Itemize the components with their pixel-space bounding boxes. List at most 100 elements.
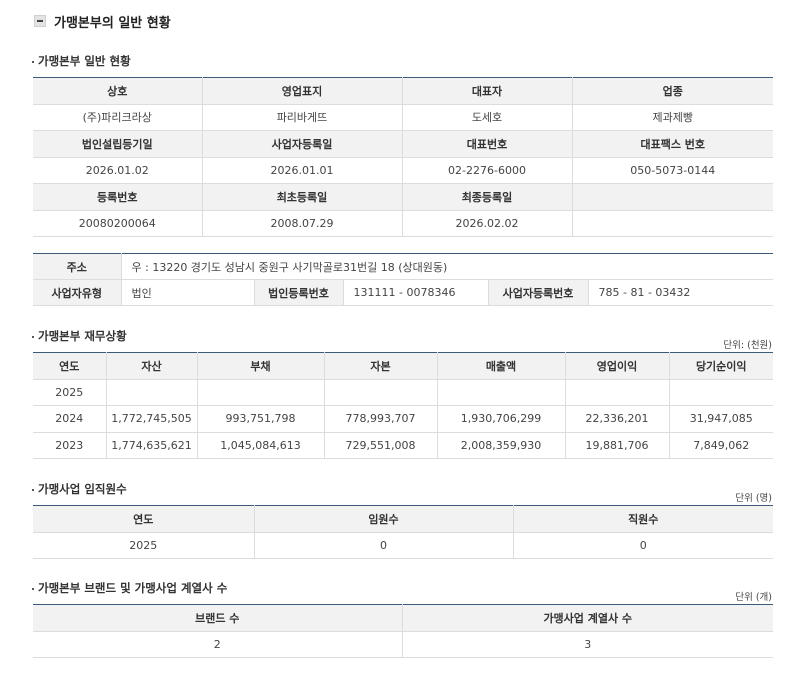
table-row: 사업자유형 법인 법인등록번호 131111 - 0078346 사업자등록번호… <box>33 279 774 306</box>
header-cell: 등록번호 <box>33 183 203 211</box>
header-cell: 임원수 <box>254 505 514 533</box>
header-cell <box>572 183 773 211</box>
bullet-icon <box>32 335 34 338</box>
address-table: 주소 우 : 13220 경기도 성남시 중원구 사기막골로31번길 18 (상… <box>33 253 774 306</box>
header-cell: 영업이익 <box>565 352 670 380</box>
value-cell: 2023 <box>33 432 107 459</box>
table-row: 법인설립등기일 사업자등록일 대표번호 대표팩스 번호 <box>33 130 773 158</box>
header-cell: 최초등록일 <box>202 183 403 211</box>
table-row: 20080200064 2008.07.29 2026.02.02 <box>33 210 773 237</box>
header-cell: 자본 <box>324 352 438 380</box>
brands-table: 브랜드 수 가맹사업 계열사 수 2 3 <box>33 604 773 658</box>
table-header-row: 연도 자산 부채 자본 매출액 영업이익 당기순이익 <box>33 352 773 380</box>
section-title-text: 가맹본부 일반 현황 <box>38 54 131 68</box>
value-cell: 1,045,084,613 <box>197 432 325 459</box>
value-cell: 0 <box>254 532 514 559</box>
corp-no-label: 법인등록번호 <box>254 279 344 306</box>
collapse-icon[interactable] <box>34 15 46 27</box>
finance-table: 연도 자산 부채 자본 매출액 영업이익 당기순이익 2025 2024 1,7… <box>33 352 773 459</box>
section-title-staff: 가맹사업 임직원수 <box>32 481 127 497</box>
value-cell: 1,772,745,505 <box>106 405 198 433</box>
header-cell: 매출액 <box>437 352 566 380</box>
value-cell: 993,751,798 <box>197 405 325 433</box>
address-label: 주소 <box>33 253 122 280</box>
value-cell: 7,849,062 <box>669 432 773 459</box>
header-cell: 브랜드 수 <box>33 604 403 632</box>
header-cell: 자산 <box>106 352 198 380</box>
value-cell: 2026.01.02 <box>33 157 203 184</box>
table-header-row: 연도 임원수 직원수 <box>33 505 773 533</box>
section-title-general: 가맹본부 일반 현황 <box>32 53 131 69</box>
value-cell: 20080200064 <box>33 210 203 237</box>
header-cell: 부채 <box>197 352 325 380</box>
biz-type-label: 사업자유형 <box>33 279 122 306</box>
biz-no-value: 785 - 81 - 03432 <box>588 279 774 306</box>
value-cell: 02-2276-6000 <box>402 157 573 184</box>
header-cell: 직원수 <box>513 505 773 533</box>
value-cell <box>437 379 566 406</box>
table-row: 등록번호 최초등록일 최종등록일 <box>33 183 773 211</box>
value-cell <box>669 379 773 406</box>
header-cell: 업종 <box>572 77 773 105</box>
value-cell <box>324 379 438 406</box>
section-title-text: 가맹본부 브랜드 및 가맹사업 계열사 수 <box>38 581 228 595</box>
table-header-row: 브랜드 수 가맹사업 계열사 수 <box>33 604 773 632</box>
table-row: 2025 0 0 <box>33 532 773 559</box>
value-cell <box>572 210 773 237</box>
header-cell: 상호 <box>33 77 203 105</box>
address-value: 우 : 13220 경기도 성남시 중원구 사기막골로31번길 18 (상대원동… <box>121 253 774 280</box>
section-title-text: 가맹본부 재무상황 <box>38 329 127 343</box>
value-cell: 19,881,706 <box>565 432 670 459</box>
bullet-icon <box>32 587 34 590</box>
value-cell: 1,774,635,621 <box>106 432 198 459</box>
bullet-icon <box>32 488 34 491</box>
value-cell: 2 <box>33 631 403 658</box>
table-row: 2026.01.02 2026.01.01 02-2276-6000 050-5… <box>33 157 773 184</box>
value-cell: 2025 <box>33 532 255 559</box>
header-cell: 법인설립등기일 <box>33 130 203 158</box>
staff-table: 연도 임원수 직원수 2025 0 0 <box>33 505 773 559</box>
page-title: 가맹본부의 일반 현황 <box>54 15 171 31</box>
header-cell: 가맹사업 계열사 수 <box>402 604 773 632</box>
table-row: (주)파리크라상 파리바게뜨 도세호 제과제빵 <box>33 104 773 131</box>
table-row: 상호 영업표지 대표자 업종 <box>33 77 773 105</box>
value-cell: 2,008,359,930 <box>437 432 566 459</box>
value-cell: 파리바게뜨 <box>202 104 403 131</box>
value-cell <box>565 379 670 406</box>
header-cell: 최종등록일 <box>402 183 573 211</box>
value-cell: 2026.01.01 <box>202 157 403 184</box>
value-cell: 2025 <box>33 379 107 406</box>
main-title: 가맹본부의 일반 현황 <box>34 12 171 31</box>
value-cell: 1,930,706,299 <box>437 405 566 433</box>
general-info-table: 상호 영업표지 대표자 업종 (주)파리크라상 파리바게뜨 도세호 제과제빵 법… <box>33 77 773 237</box>
value-cell: 2026.02.02 <box>402 210 573 237</box>
section-title-brands: 가맹본부 브랜드 및 가맹사업 계열사 수 <box>32 580 227 596</box>
value-cell: 제과제빵 <box>572 104 773 131</box>
staff-unit: 단위 (명) <box>735 493 772 504</box>
header-cell: 당기순이익 <box>669 352 773 380</box>
section-title-finance: 가맹본부 재무상황 <box>32 328 127 344</box>
value-cell <box>106 379 198 406</box>
value-cell: 050-5073-0144 <box>572 157 773 184</box>
value-cell: 3 <box>402 631 773 658</box>
value-cell: 778,993,707 <box>324 405 438 433</box>
finance-unit: 단위: (천원) <box>723 340 772 351</box>
biz-no-label: 사업자등록번호 <box>488 279 589 306</box>
value-cell <box>197 379 325 406</box>
table-row: 2023 1,774,635,621 1,045,084,613 729,551… <box>33 432 773 459</box>
table-row: 2025 <box>33 379 773 406</box>
brands-unit: 단위 (개) <box>735 592 772 603</box>
corp-no-value: 131111 - 0078346 <box>343 279 489 306</box>
header-cell: 대표자 <box>402 77 573 105</box>
value-cell: 2008.07.29 <box>202 210 403 237</box>
header-cell: 연도 <box>33 352 107 380</box>
section-title-text: 가맹사업 임직원수 <box>38 482 127 496</box>
header-cell: 영업표지 <box>202 77 403 105</box>
header-cell: 사업자등록일 <box>202 130 403 158</box>
bullet-icon <box>32 60 34 63</box>
table-row: 2024 1,772,745,505 993,751,798 778,993,7… <box>33 405 773 433</box>
table-row: 주소 우 : 13220 경기도 성남시 중원구 사기막골로31번길 18 (상… <box>33 253 774 280</box>
value-cell: 31,947,085 <box>669 405 773 433</box>
header-cell: 대표번호 <box>402 130 573 158</box>
value-cell: 729,551,008 <box>324 432 438 459</box>
